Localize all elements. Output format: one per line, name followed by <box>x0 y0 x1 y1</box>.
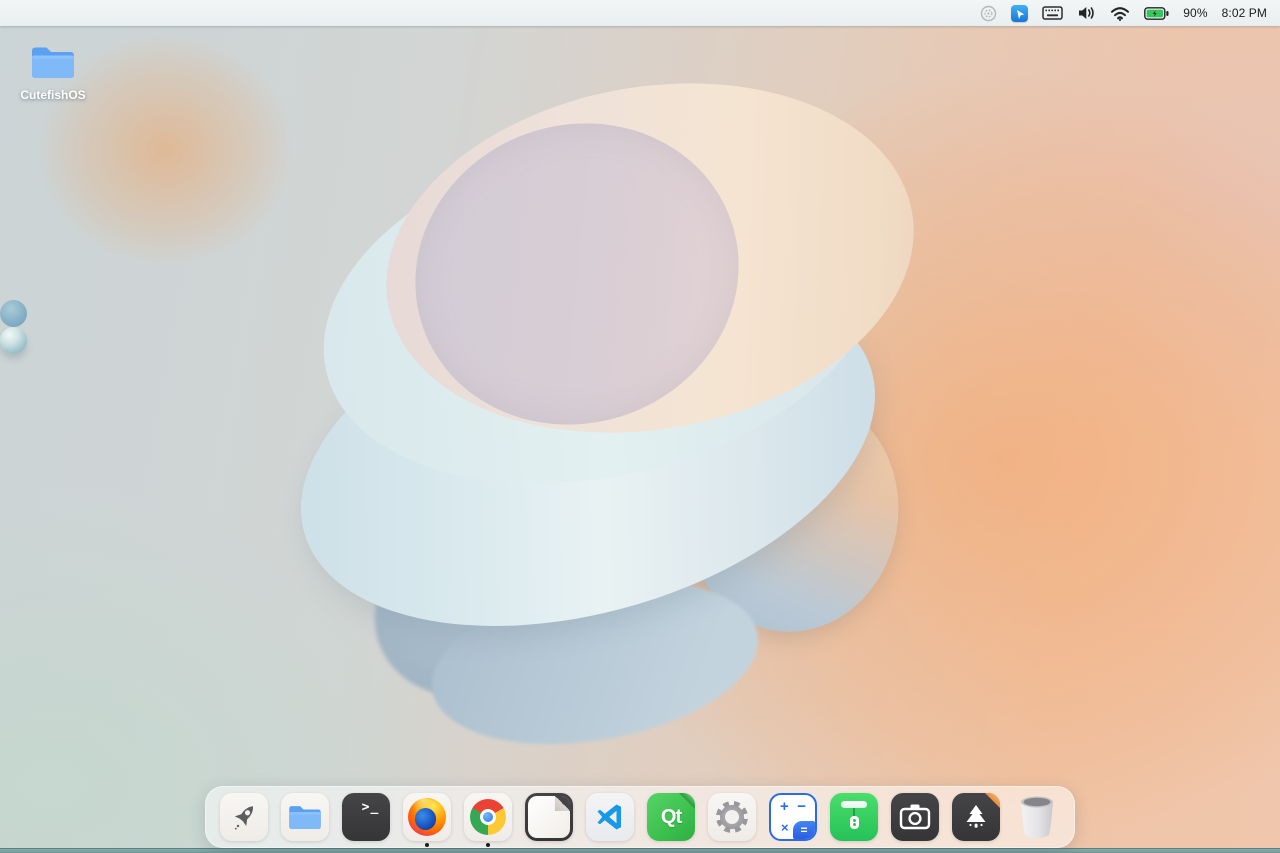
dock-item-text-editor[interactable] <box>525 793 573 841</box>
chrome-icon <box>464 793 512 841</box>
wifi-icon[interactable] <box>1110 6 1130 21</box>
dock-item-launcher[interactable] <box>220 793 268 841</box>
firefox-icon <box>403 793 451 841</box>
input-method-icon[interactable] <box>1011 5 1028 22</box>
dock-item-chrome[interactable] <box>464 793 512 841</box>
dock-item-file-manager[interactable] <box>281 793 329 841</box>
calc-minus-glyph: − <box>797 798 806 815</box>
battery-icon[interactable] <box>1144 7 1169 20</box>
dock-item-firefox[interactable] <box>403 793 451 841</box>
dock-item-calculator[interactable]: + − × = <box>769 793 817 841</box>
folder-label: CutefishOS <box>20 88 85 102</box>
camera-icon <box>891 793 939 841</box>
dock-item-terminal[interactable]: >_ <box>342 793 390 841</box>
calc-equals-glyph: = <box>800 823 807 837</box>
dock-item-trash[interactable] <box>1013 793 1061 841</box>
wallpaper <box>0 0 1280 853</box>
calc-plus-glyph: + <box>780 798 789 815</box>
dock-item-vscode[interactable] <box>586 793 634 841</box>
folder-icon <box>29 42 77 82</box>
terminal-prompt: >_ <box>353 793 380 815</box>
rocket-icon <box>220 793 268 841</box>
calc-equals-key: = <box>793 821 815 839</box>
cursor-glyph <box>1015 9 1026 20</box>
calc-multiply-glyph: × <box>781 820 789 835</box>
dock-item-settings[interactable] <box>708 793 756 841</box>
dock: >_ <box>205 786 1075 848</box>
terminal-icon: >_ <box>342 793 390 841</box>
keyboard-icon[interactable] <box>1042 6 1063 20</box>
qt-fold-corner <box>679 793 695 809</box>
menubar: 90% 8:02 PM <box>0 0 1280 26</box>
inkscape-icon <box>952 793 1000 841</box>
calculator-icon: + − × = <box>769 793 817 841</box>
dock-item-inkscape[interactable] <box>952 793 1000 841</box>
vscode-icon <box>586 793 634 841</box>
document-icon <box>525 793 573 841</box>
clock[interactable]: 8:02 PM <box>1222 6 1267 20</box>
system-tray: 90% 8:02 PM <box>980 5 1280 22</box>
wallpaper-small-sphere <box>0 327 27 354</box>
dock-item-screenshot[interactable] <box>891 793 939 841</box>
qt-icon: Qt <box>647 793 695 841</box>
desktop-folder-cutefishos[interactable]: CutefishOS <box>21 42 85 102</box>
wallpaper-blue-dot <box>0 300 27 327</box>
gear-icon <box>708 793 756 841</box>
volume-icon[interactable] <box>1077 5 1096 21</box>
battery-percent: 90% <box>1183 6 1207 20</box>
folder-icon <box>281 793 329 841</box>
qt-logo-text: Qt <box>661 806 681 829</box>
dock-item-qt-creator[interactable]: Qt <box>647 793 695 841</box>
lamp-icon <box>830 793 878 841</box>
screen-bottom-edge <box>0 848 1280 853</box>
dock-item-lamp[interactable] <box>830 793 878 841</box>
trash-icon <box>1013 793 1061 841</box>
cutefish-desktop: 90% 8:02 PM CutefishOS <box>0 0 1280 853</box>
update-gear-icon[interactable] <box>980 5 997 22</box>
